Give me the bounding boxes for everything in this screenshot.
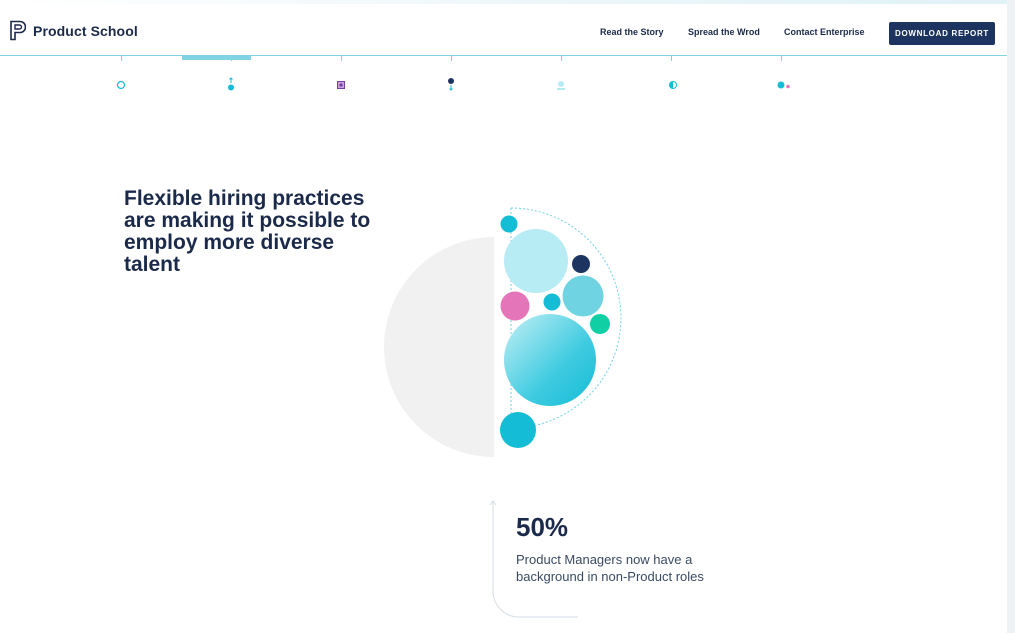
progress-tick bbox=[231, 56, 232, 61]
nav-read-the-story[interactable]: Read the Story bbox=[600, 27, 664, 37]
nav-spread-the-word[interactable]: Spread the Wrod bbox=[688, 27, 760, 37]
bubble bbox=[500, 215, 518, 233]
diversity-bubble-illustration bbox=[380, 200, 630, 465]
progress-active-indicator bbox=[182, 55, 251, 60]
half-circle-icon[interactable] bbox=[661, 76, 681, 96]
stat-value: 50% bbox=[516, 512, 569, 542]
two-dots-icon[interactable] bbox=[771, 76, 791, 96]
brand-name: Product School bbox=[33, 22, 138, 39]
download-report-button[interactable]: DOWNLOAD REPORT bbox=[889, 22, 995, 45]
progress-tick bbox=[451, 56, 452, 61]
scrollbar-track[interactable] bbox=[1007, 0, 1015, 633]
dot-arrow-down-icon[interactable] bbox=[441, 76, 461, 96]
bubble bbox=[562, 275, 604, 317]
section-headline: Flexible hiring practices are making it … bbox=[124, 187, 371, 276]
bubble bbox=[572, 255, 590, 273]
progress-tick bbox=[561, 56, 562, 61]
nav-contact-enterprise[interactable]: Contact Enterprise bbox=[784, 27, 865, 37]
product-school-logo-icon bbox=[9, 20, 26, 41]
bubble bbox=[500, 412, 536, 448]
bubble bbox=[500, 291, 530, 321]
dot-underline-icon[interactable] bbox=[551, 76, 571, 96]
progress-tick bbox=[121, 56, 122, 61]
bubble bbox=[590, 314, 610, 334]
ring-icon[interactable] bbox=[111, 76, 131, 96]
bubble bbox=[504, 229, 568, 293]
site-header: Product School Read the Story Spread the… bbox=[0, 0, 1007, 56]
bubble bbox=[504, 314, 596, 406]
progress-tick bbox=[671, 56, 672, 61]
stat-description: Product Managers now have a background i… bbox=[516, 552, 704, 584]
gray-half-circle bbox=[384, 237, 494, 457]
page: Product School Read the Story Spread the… bbox=[0, 0, 1015, 633]
square-icon[interactable] bbox=[331, 76, 351, 96]
brand-logo[interactable]: Product School bbox=[9, 20, 138, 41]
dot-arrow-up-icon[interactable] bbox=[221, 76, 241, 96]
progress-tick bbox=[341, 56, 342, 61]
bubble bbox=[543, 293, 561, 311]
progress-tick bbox=[781, 56, 782, 61]
